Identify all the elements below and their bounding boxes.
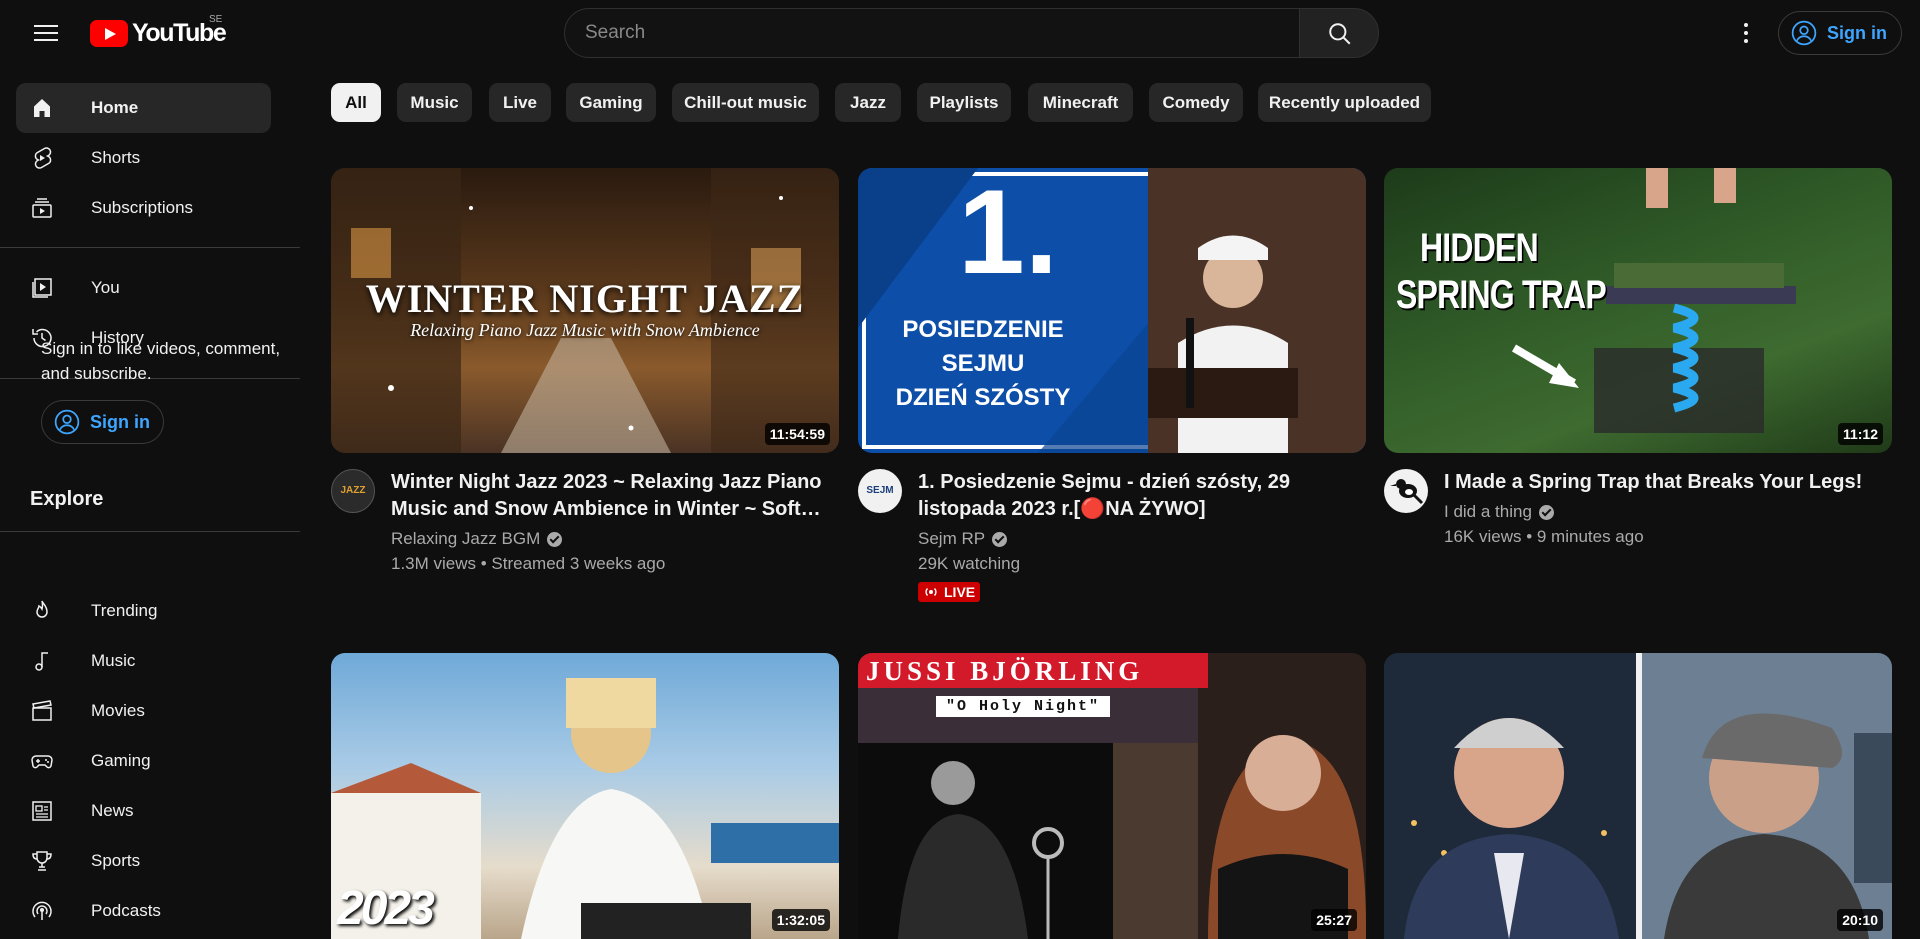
thumbnail-subtitle: Relaxing Piano Jazz Music with Snow Ambi… bbox=[410, 320, 760, 340]
chip-comedy[interactable]: Comedy bbox=[1149, 83, 1243, 122]
thumbnail-line-2: SEJMU bbox=[941, 350, 1025, 377]
sidebar-item-label: Music bbox=[91, 651, 136, 670]
channel-name-text: Relaxing Jazz BGM bbox=[391, 529, 541, 548]
sidebar-item-sports[interactable]: Sports bbox=[16, 836, 271, 886]
chip-chill-out-music[interactable]: Chill-out music bbox=[672, 83, 819, 122]
signin-label: Sign in bbox=[1827, 22, 1887, 43]
video-duration: 11:54:59 bbox=[764, 423, 830, 445]
thumbnail-line-3: DZIEŃ SZÓSTY bbox=[895, 384, 1071, 411]
live-icon bbox=[925, 588, 937, 596]
podcasts-icon bbox=[32, 901, 52, 920]
chip-live[interactable]: Live bbox=[489, 83, 551, 122]
channel-name-text: I did a thing bbox=[1444, 502, 1532, 521]
verified-icon bbox=[992, 531, 1008, 547]
movies-icon bbox=[32, 700, 52, 721]
chip-minecraft[interactable]: Minecraft bbox=[1028, 83, 1133, 122]
gaming-icon bbox=[31, 755, 53, 769]
chip-jazz[interactable]: Jazz bbox=[835, 83, 901, 122]
search-icon bbox=[1329, 23, 1351, 45]
search-input[interactable] bbox=[565, 9, 1299, 57]
search-box bbox=[564, 8, 1300, 58]
thumbnail-illustration bbox=[1384, 653, 1892, 939]
thumbnail-title: JUSSI BJÖRLING bbox=[866, 656, 1144, 686]
channel-avatar[interactable]: JAZZ bbox=[331, 469, 375, 513]
channel-avatar[interactable] bbox=[1384, 469, 1428, 513]
sidebar-item-trending[interactable]: Trending bbox=[16, 586, 271, 636]
video-title[interactable]: 1. Posiedzenie Sejmu - dzień szósty, 29 … bbox=[918, 469, 1358, 523]
video-thumbnail[interactable]: HIDDEN SPRING TRAP 11:12 bbox=[1384, 168, 1892, 453]
video-thumbnail[interactable]: 2023 1:32:05 bbox=[331, 653, 839, 939]
sidebar-item-label: Movies bbox=[91, 701, 145, 720]
video-meta: 16K views • 9 minutes ago bbox=[1444, 527, 1644, 546]
video-thumbnail[interactable]: JUSSI BJÖRLING "O Holy Night" 25:27 bbox=[858, 653, 1366, 939]
thumbnail-year: 2023 bbox=[337, 882, 435, 935]
thumbnail-line-1: POSIEDZENIE bbox=[902, 316, 1064, 343]
video-duration: 25:27 bbox=[1311, 909, 1357, 931]
sidebar-item-music[interactable]: Music bbox=[16, 636, 271, 686]
verified-icon bbox=[547, 531, 563, 547]
signin-button[interactable]: Sign in bbox=[1778, 11, 1902, 55]
video-thumbnail[interactable]: WINTER NIGHT JAZZ Relaxing Piano Jazz Mu… bbox=[331, 168, 839, 453]
chip-all[interactable]: All bbox=[331, 83, 381, 122]
thumbnail-subtitle: "O Holy Night" bbox=[936, 696, 1111, 717]
sidebar-item-label: Trending bbox=[91, 601, 158, 620]
channel-avatar[interactable]: SEJM bbox=[858, 469, 902, 513]
news-icon bbox=[32, 801, 52, 821]
video-title[interactable]: I Made a Spring Trap that Breaks Your Le… bbox=[1444, 469, 1884, 496]
video-meta: 1.3M views • Streamed 3 weeks ago bbox=[391, 554, 666, 573]
chip-recently-uploaded[interactable]: Recently uploaded bbox=[1258, 83, 1431, 122]
sports-icon bbox=[32, 851, 52, 871]
avatar-label: SEJM bbox=[866, 485, 894, 496]
thumbnail-illustration bbox=[858, 653, 1366, 939]
avatar-label: JAZZ bbox=[340, 485, 366, 496]
sidebar-item-label: Gaming bbox=[91, 751, 151, 770]
thumbnail-title: WINTER NIGHT JAZZ bbox=[365, 276, 805, 321]
video-thumbnail[interactable]: 20:10 bbox=[1384, 653, 1892, 939]
search-button[interactable] bbox=[1299, 8, 1379, 58]
video-title[interactable]: Winter Night Jazz 2023 ~ Relaxing Jazz P… bbox=[391, 469, 831, 523]
chip-playlists[interactable]: Playlists bbox=[917, 83, 1011, 122]
verified-icon bbox=[1538, 504, 1554, 520]
explore-section: Trending Music Movies Gaming News Sports… bbox=[0, 0, 300, 920]
sidebar-item-podcasts[interactable]: Podcasts bbox=[16, 886, 271, 936]
chip-music[interactable]: Music bbox=[397, 83, 472, 122]
sidebar-item-label: Sports bbox=[91, 851, 141, 870]
settings-more-icon[interactable] bbox=[1726, 13, 1766, 53]
video-duration: 11:12 bbox=[1837, 423, 1883, 445]
sidebar-item-label: Podcasts bbox=[91, 901, 161, 920]
channel-name-text: Sejm RP bbox=[918, 529, 986, 548]
live-label: LIVE bbox=[944, 584, 976, 600]
live-badge: LIVE bbox=[918, 582, 981, 602]
video-duration: 1:32:05 bbox=[771, 909, 830, 931]
sidebar-item-gaming[interactable]: Gaming bbox=[16, 736, 271, 786]
sidebar-item-label: News bbox=[91, 801, 134, 820]
magpie-logo-icon bbox=[1390, 479, 1424, 505]
thumbnail-number: 1. bbox=[958, 168, 1059, 299]
trending-icon bbox=[36, 600, 48, 618]
video-meta: 29K watching bbox=[918, 554, 1021, 573]
thumbnail-line-1: HIDDEN bbox=[1420, 226, 1539, 270]
music-icon bbox=[35, 652, 48, 671]
account-icon bbox=[1791, 20, 1817, 46]
thumbnail-line-2: SPRING TRAP bbox=[1396, 273, 1607, 317]
channel-name[interactable]: I did a thing bbox=[1444, 502, 1554, 522]
chip-gaming[interactable]: Gaming bbox=[566, 83, 656, 122]
channel-name[interactable]: Relaxing Jazz BGM bbox=[391, 529, 563, 549]
channel-name[interactable]: Sejm RP bbox=[918, 529, 1008, 549]
video-thumbnail[interactable]: 1. POSIEDZENIE SEJMU DZIEŃ SZÓSTY bbox=[858, 168, 1366, 453]
sidebar-item-movies[interactable]: Movies bbox=[16, 686, 271, 736]
sidebar-item-news[interactable]: News bbox=[16, 786, 271, 836]
video-duration: 20:10 bbox=[1837, 909, 1883, 931]
